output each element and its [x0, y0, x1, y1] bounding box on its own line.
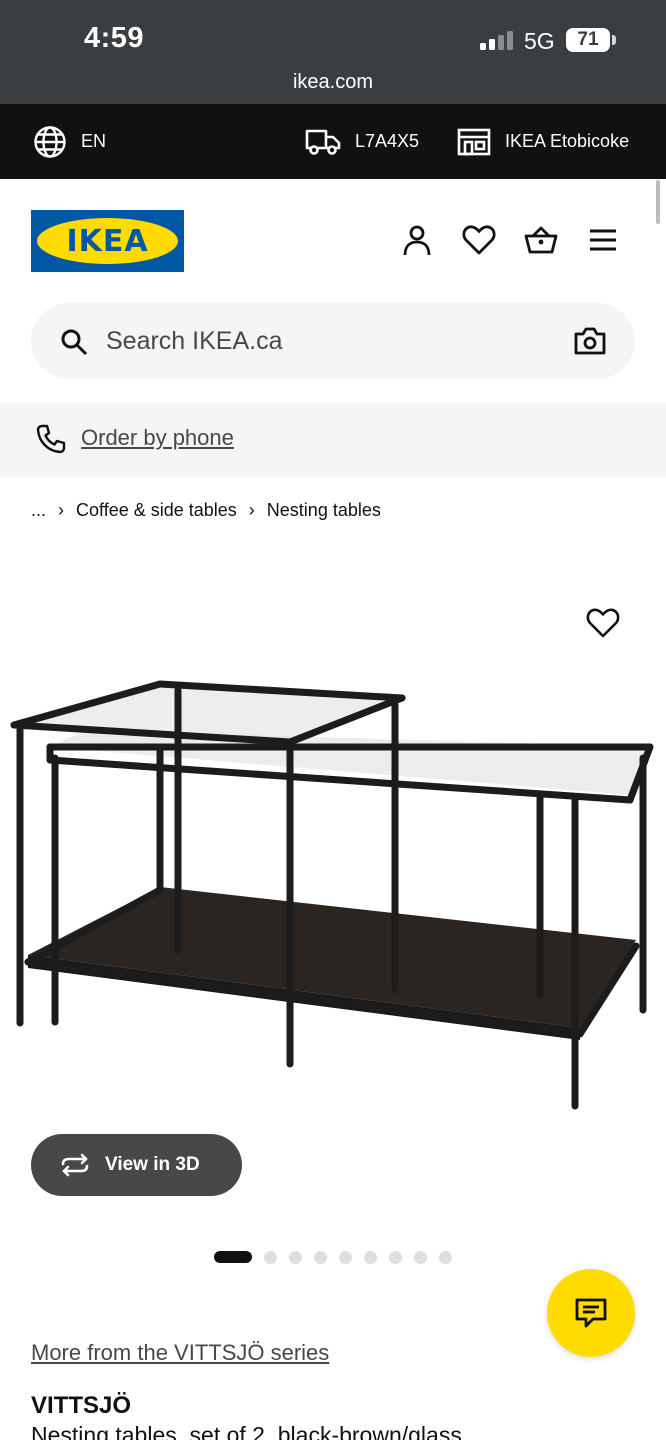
ikea-logo[interactable]: IKEA [31, 210, 184, 272]
carousel-dot[interactable] [339, 1250, 352, 1264]
search-placeholder: Search IKEA.ca [106, 327, 283, 355]
logo-text: IKEA [66, 223, 149, 259]
carousel-dot[interactable] [389, 1250, 402, 1264]
cellular-signal-icon [480, 31, 513, 50]
order-by-phone-bar: Order by phone [0, 403, 666, 477]
product-name: VITTSJÖ [31, 1392, 132, 1419]
favourites-heart-icon[interactable] [461, 222, 497, 258]
order-by-phone-link[interactable]: Order by phone [81, 403, 234, 477]
shopping-bag-icon[interactable] [523, 222, 559, 258]
delivery-truck-icon [305, 129, 341, 155]
store-icon [457, 128, 491, 155]
rotate-3d-icon [61, 1153, 89, 1177]
account-icon[interactable] [399, 222, 435, 258]
carousel-dot[interactable] [414, 1250, 427, 1264]
chevron-right-icon: › [248, 499, 255, 520]
product-image[interactable] [0, 650, 666, 1120]
chevron-right-icon: › [58, 499, 65, 520]
network-type: 5G [524, 28, 555, 54]
battery-icon: 71 [566, 28, 610, 52]
breadcrumb: ... › Coffee & side tables › Nesting tab… [31, 496, 381, 524]
carousel-dot[interactable] [289, 1250, 302, 1264]
search-input[interactable]: Search IKEA.ca [31, 303, 635, 379]
scrollbar-thumb[interactable] [656, 180, 660, 224]
search-icon [61, 329, 88, 356]
postal-code-label: L7A4X5 [355, 131, 420, 151]
series-link[interactable]: More from the VITTSJÖ series [31, 1340, 329, 1366]
product-description: Nesting tables, set of 2, black-brown/gl… [31, 1422, 462, 1440]
carousel-dot[interactable] [214, 1251, 252, 1263]
top-info-bar: EN L7A4X5 IKEA Etobicoke [0, 104, 666, 179]
breadcrumb-ellipsis[interactable]: ... [31, 500, 46, 521]
phone-icon [36, 424, 66, 454]
globe-icon [34, 125, 66, 158]
store-selector[interactable]: IKEA Etobicoke [457, 104, 629, 179]
battery-tip [612, 35, 616, 45]
url-bar[interactable]: ikea.com [0, 71, 666, 94]
add-to-favourites-heart-icon[interactable] [585, 605, 621, 641]
carousel-dot[interactable] [364, 1250, 377, 1264]
carousel-dot[interactable] [264, 1250, 277, 1264]
language-selector[interactable]: EN [33, 104, 106, 179]
carousel-dot[interactable] [314, 1250, 327, 1264]
breadcrumb-item-nesting-tables[interactable]: Nesting tables [267, 500, 381, 521]
chat-icon [575, 1298, 607, 1328]
chat-button[interactable] [547, 1269, 635, 1357]
store-label: IKEA Etobicoke [505, 131, 630, 151]
image-carousel-indicator [214, 1250, 452, 1264]
view-in-3d-label: View in 3D [105, 1154, 200, 1175]
carousel-dot[interactable] [439, 1250, 452, 1264]
language-label: EN [81, 131, 107, 151]
postal-code-selector[interactable]: L7A4X5 [305, 104, 419, 179]
status-time: 4:59 [84, 22, 145, 54]
menu-icon[interactable] [585, 222, 621, 258]
view-in-3d-button[interactable]: View in 3D [31, 1134, 242, 1196]
camera-search-icon[interactable] [573, 325, 607, 357]
status-bar: 4:59 5G 71 ikea.com [0, 0, 666, 104]
breadcrumb-item-coffee-side-tables[interactable]: Coffee & side tables [76, 500, 237, 521]
